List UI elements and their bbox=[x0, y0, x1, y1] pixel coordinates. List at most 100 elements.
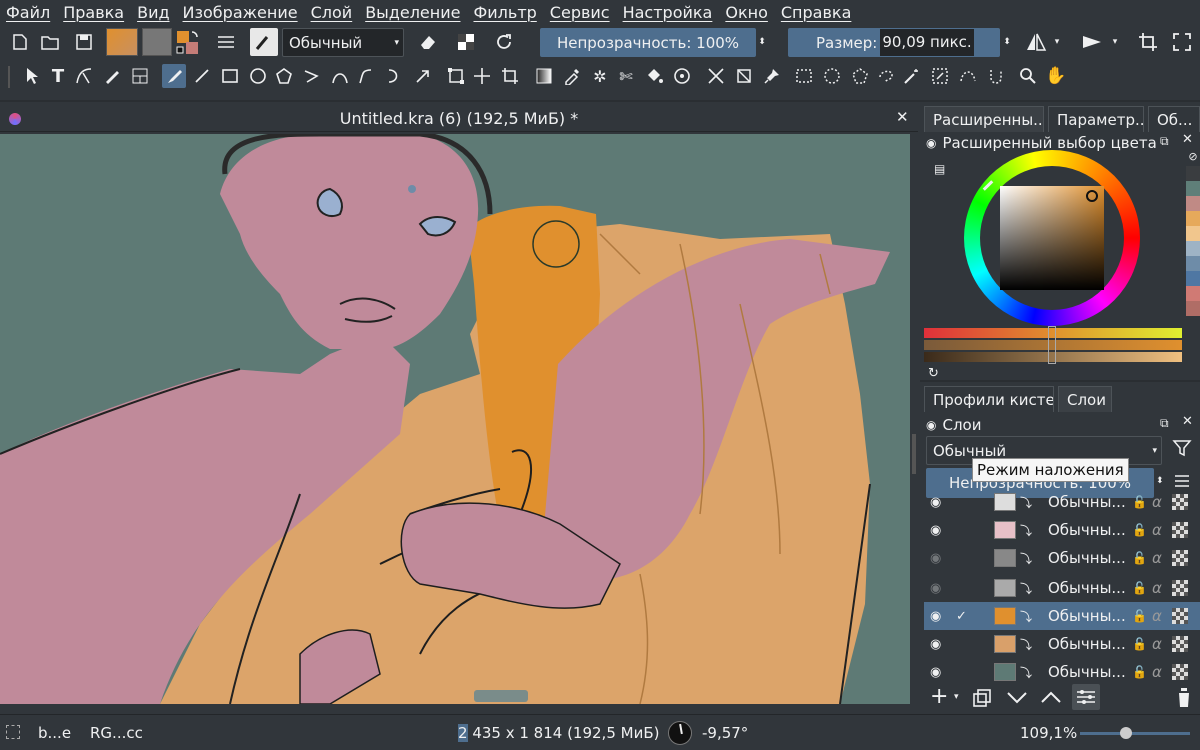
pan-tool-icon[interactable]: ✋ bbox=[1044, 64, 1068, 88]
menu-item-9[interactable]: Окно bbox=[725, 3, 768, 22]
visibility-eye-icon[interactable]: ◉ bbox=[930, 551, 941, 566]
open-document-icon[interactable] bbox=[36, 28, 64, 56]
color-swatch[interactable] bbox=[1186, 286, 1200, 301]
color-swatch[interactable] bbox=[1186, 226, 1200, 241]
reload-preset-icon[interactable] bbox=[490, 28, 518, 56]
visibility-eye-icon[interactable]: ◉ bbox=[930, 581, 941, 596]
alpha-icon[interactable]: α bbox=[1152, 493, 1162, 511]
opacity-stepper-icon[interactable]: ⬍ bbox=[1156, 476, 1164, 486]
panel-lock-icon[interactable]: ◉ bbox=[926, 418, 936, 432]
new-document-icon[interactable] bbox=[6, 28, 34, 56]
rect-select-icon[interactable] bbox=[792, 64, 816, 88]
alpha-lock-icon[interactable] bbox=[452, 28, 480, 56]
delete-layer-icon[interactable] bbox=[1174, 686, 1194, 712]
move-layer-up-icon[interactable] bbox=[1040, 688, 1062, 710]
visibility-eye-icon[interactable]: ◉ bbox=[930, 495, 941, 510]
text-tool-icon[interactable]: T bbox=[46, 64, 70, 88]
magnetic-select-icon[interactable] bbox=[984, 64, 1008, 88]
color-profile[interactable]: RG...cc bbox=[90, 724, 143, 742]
color-settings-icon[interactable]: ▤ bbox=[934, 162, 945, 176]
tab-advanced-color[interactable]: Расширенны... bbox=[924, 106, 1044, 132]
zoom-slider-handle[interactable] bbox=[1120, 727, 1132, 739]
color-swatch[interactable] bbox=[1186, 211, 1200, 226]
menu-item-5[interactable]: Выделение bbox=[365, 3, 460, 22]
gradient-tool-icon[interactable] bbox=[532, 64, 556, 88]
layer-properties-icon[interactable] bbox=[1072, 684, 1100, 710]
slider-indicator[interactable] bbox=[1048, 326, 1056, 364]
color-swatch[interactable] bbox=[1186, 241, 1200, 256]
multibrush-icon[interactable] bbox=[410, 64, 434, 88]
color-swatch[interactable] bbox=[1186, 181, 1200, 196]
color-selector-handle[interactable] bbox=[1086, 190, 1098, 202]
save-document-icon[interactable] bbox=[70, 28, 98, 56]
color-picker-icon[interactable] bbox=[560, 64, 584, 88]
inherit-alpha-icon[interactable] bbox=[1172, 550, 1188, 566]
freehand-select-icon[interactable] bbox=[874, 64, 898, 88]
canvas-scrollbar[interactable] bbox=[910, 134, 918, 704]
close-panel-icon[interactable]: ✕ bbox=[1182, 132, 1193, 147]
panel-lock-icon[interactable]: ◉ bbox=[926, 136, 936, 150]
color-swatch[interactable] bbox=[1186, 271, 1200, 286]
size-slider[interactable]: Размер: 90,09 пикс. bbox=[788, 28, 1000, 57]
document-tab[interactable]: Untitled.kra (6) (192,5 МиБ) * ✕ bbox=[0, 106, 918, 132]
color-swatch[interactable] bbox=[1186, 256, 1200, 271]
selection-mode-icon[interactable] bbox=[6, 725, 20, 739]
bezier-select-icon[interactable] bbox=[956, 64, 980, 88]
close-icon[interactable]: ✕ bbox=[896, 108, 909, 126]
layer-row[interactable]: ◉ ✓ ⤵ Обычны... 🔓 α bbox=[924, 602, 1200, 630]
similar-select-icon[interactable] bbox=[928, 64, 952, 88]
line-tool-icon[interactable] bbox=[190, 64, 214, 88]
visibility-eye-icon[interactable]: ◉ bbox=[930, 665, 941, 680]
rectangle-tool-icon[interactable] bbox=[218, 64, 242, 88]
lock-icon[interactable]: 🔓 bbox=[1132, 581, 1147, 595]
rotation-value[interactable]: -9,57° bbox=[702, 724, 748, 742]
fullscreen-icon[interactable] bbox=[1168, 28, 1196, 56]
add-layer-icon[interactable]: + bbox=[930, 686, 948, 708]
lock-icon[interactable]: 🔓 bbox=[1132, 609, 1147, 623]
edit-shapes-icon[interactable] bbox=[72, 64, 96, 88]
inherit-alpha-icon[interactable] bbox=[1172, 522, 1188, 538]
pattern-preset-icon[interactable] bbox=[142, 28, 172, 56]
polygon-tool-icon[interactable] bbox=[272, 64, 296, 88]
assistant-tool-icon[interactable]: ✄ bbox=[614, 64, 638, 88]
inherit-alpha-icon[interactable] bbox=[1172, 494, 1188, 510]
menu-item-7[interactable]: Сервис bbox=[550, 3, 610, 22]
tab-brush-presets[interactable]: Профили кистей bbox=[924, 386, 1054, 412]
mirror-horizontal-icon[interactable] bbox=[1022, 28, 1050, 56]
layer-row[interactable]: ◉ ⤵ Обычны... 🔓 α bbox=[924, 516, 1200, 544]
close-panel-icon[interactable]: ✕ bbox=[1182, 414, 1193, 429]
opacity-slider[interactable]: Непрозрачность: 100% bbox=[540, 28, 756, 57]
visibility-eye-icon[interactable]: ◉ bbox=[930, 637, 941, 652]
menu-item-2[interactable]: Вид bbox=[137, 3, 169, 22]
inherit-alpha-icon[interactable] bbox=[1172, 580, 1188, 596]
pin-tool-icon[interactable] bbox=[760, 64, 784, 88]
tab-tool-options[interactable]: Параметр... bbox=[1048, 106, 1144, 132]
zoom-value[interactable]: 109,1% bbox=[1020, 724, 1077, 742]
lock-icon[interactable]: 🔓 bbox=[1132, 637, 1147, 651]
brush-settings-icon[interactable] bbox=[212, 28, 240, 56]
refresh-icon[interactable]: ↻ bbox=[928, 366, 939, 381]
freehand-path-icon[interactable] bbox=[354, 64, 378, 88]
chevron-down-icon[interactable]: ▾ bbox=[1108, 28, 1122, 56]
blend-mode-select[interactable]: Обычный ▾ bbox=[282, 28, 404, 57]
brush-preset-icon[interactable] bbox=[250, 28, 278, 56]
chevron-down-icon[interactable]: ▾ bbox=[954, 692, 959, 702]
opacity-stepper-icon[interactable]: ⬍ bbox=[757, 28, 767, 56]
dock-splitter[interactable] bbox=[920, 380, 1200, 382]
gradient-preset-icon[interactable] bbox=[106, 28, 138, 56]
alpha-icon[interactable]: α bbox=[1152, 607, 1162, 625]
select-shapes-icon[interactable] bbox=[20, 64, 44, 88]
inherit-alpha-icon[interactable] bbox=[1172, 664, 1188, 680]
layer-row[interactable]: ◉ ⤵ Обычны... 🔓 α bbox=[924, 658, 1200, 686]
transform-tool-icon[interactable] bbox=[444, 64, 468, 88]
magic-wand-icon[interactable] bbox=[900, 64, 924, 88]
menu-item-4[interactable]: Слой bbox=[311, 3, 353, 22]
rotation-dial-icon[interactable] bbox=[668, 721, 692, 745]
gradient-fill-icon[interactable] bbox=[128, 64, 152, 88]
alpha-icon[interactable]: α bbox=[1152, 579, 1162, 597]
alpha-icon[interactable]: α bbox=[1152, 635, 1162, 653]
tab-layers[interactable]: Слои bbox=[1058, 386, 1112, 412]
eraser-icon[interactable] bbox=[414, 28, 442, 56]
lock-icon[interactable]: 🔓 bbox=[1132, 495, 1147, 509]
move-layer-down-icon[interactable] bbox=[1006, 688, 1028, 710]
